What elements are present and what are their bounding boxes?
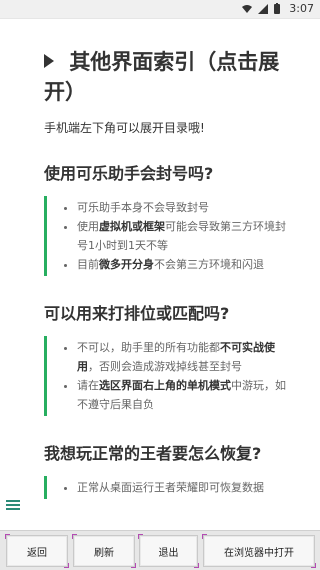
wifi-icon — [241, 3, 253, 15]
list-item: 使用虚拟机或框架可能会导致第三方环境封号1小时到1天不等 — [77, 217, 294, 255]
bold-text: 选区界面右上角的单机模式 — [99, 379, 231, 392]
bold-text: 虚拟机或框架 — [99, 220, 165, 233]
open-in-browser-button[interactable]: 在浏览器中打开 — [202, 534, 316, 568]
list-item: 可乐助手本身不会导致封号 — [77, 198, 294, 217]
content-page: 其他界面索引（点击展开） 手机端左下角可以展开目录哦! 使用可乐助手会封号吗? … — [0, 18, 320, 531]
bold-text: 微多开分身 — [99, 258, 154, 271]
section-heading-ban: 使用可乐助手会封号吗? — [44, 164, 214, 183]
section-quote-restore: 正常从桌面运行王者荣耀即可恢复数据 — [44, 476, 294, 499]
menu-icon[interactable] — [6, 498, 20, 510]
exit-button[interactable]: 退出 — [138, 534, 199, 568]
refresh-button[interactable]: 刷新 — [72, 534, 136, 568]
list-item: 目前微多开分身不会第三方环境和闪退 — [77, 255, 294, 274]
catalog-hint: 手机端左下角可以展开目录哦! — [44, 121, 205, 135]
page-title[interactable]: 其他界面索引（点击展开） — [44, 47, 294, 107]
list-item: 不可以，助手里的所有功能都不可实战使用，否则会造成游戏掉线甚至封号 — [77, 338, 294, 376]
content-container: 其他界面索引（点击展开） 手机端左下角可以展开目录哦! 使用可乐助手会封号吗? … — [0, 19, 320, 499]
list-item: 正常从桌面运行王者荣耀即可恢复数据 — [77, 478, 294, 497]
section-heading-ranked: 可以用来打排位或匹配吗? — [44, 304, 230, 323]
list-item: 请在选区界面右上角的单机模式中游玩，如不遵守后果自负 — [77, 376, 294, 414]
status-right: 3:07 — [241, 2, 314, 15]
status-time: 3:07 — [289, 2, 314, 15]
status-bar: 3:07 — [0, 0, 320, 18]
page-title-text: 其他界面索引（点击展开） — [44, 50, 280, 104]
section-quote-ban: 可乐助手本身不会导致封号 使用虚拟机或框架可能会导致第三方环境封号1小时到1天不… — [44, 196, 294, 276]
expand-triangle-icon[interactable] — [44, 54, 54, 68]
bottom-action-bar: 返回 刷新 退出 在浏览器中打开 — [0, 530, 320, 570]
section-quote-ranked: 不可以，助手里的所有功能都不可实战使用，否则会造成游戏掉线甚至封号 请在选区界面… — [44, 336, 294, 416]
back-button[interactable]: 返回 — [5, 534, 69, 568]
battery-icon — [273, 2, 285, 15]
section-heading-restore: 我想玩正常的王者要怎么恢复? — [44, 444, 262, 463]
bold-text: 不可实战使用 — [77, 341, 275, 373]
signal-icon — [257, 3, 269, 15]
